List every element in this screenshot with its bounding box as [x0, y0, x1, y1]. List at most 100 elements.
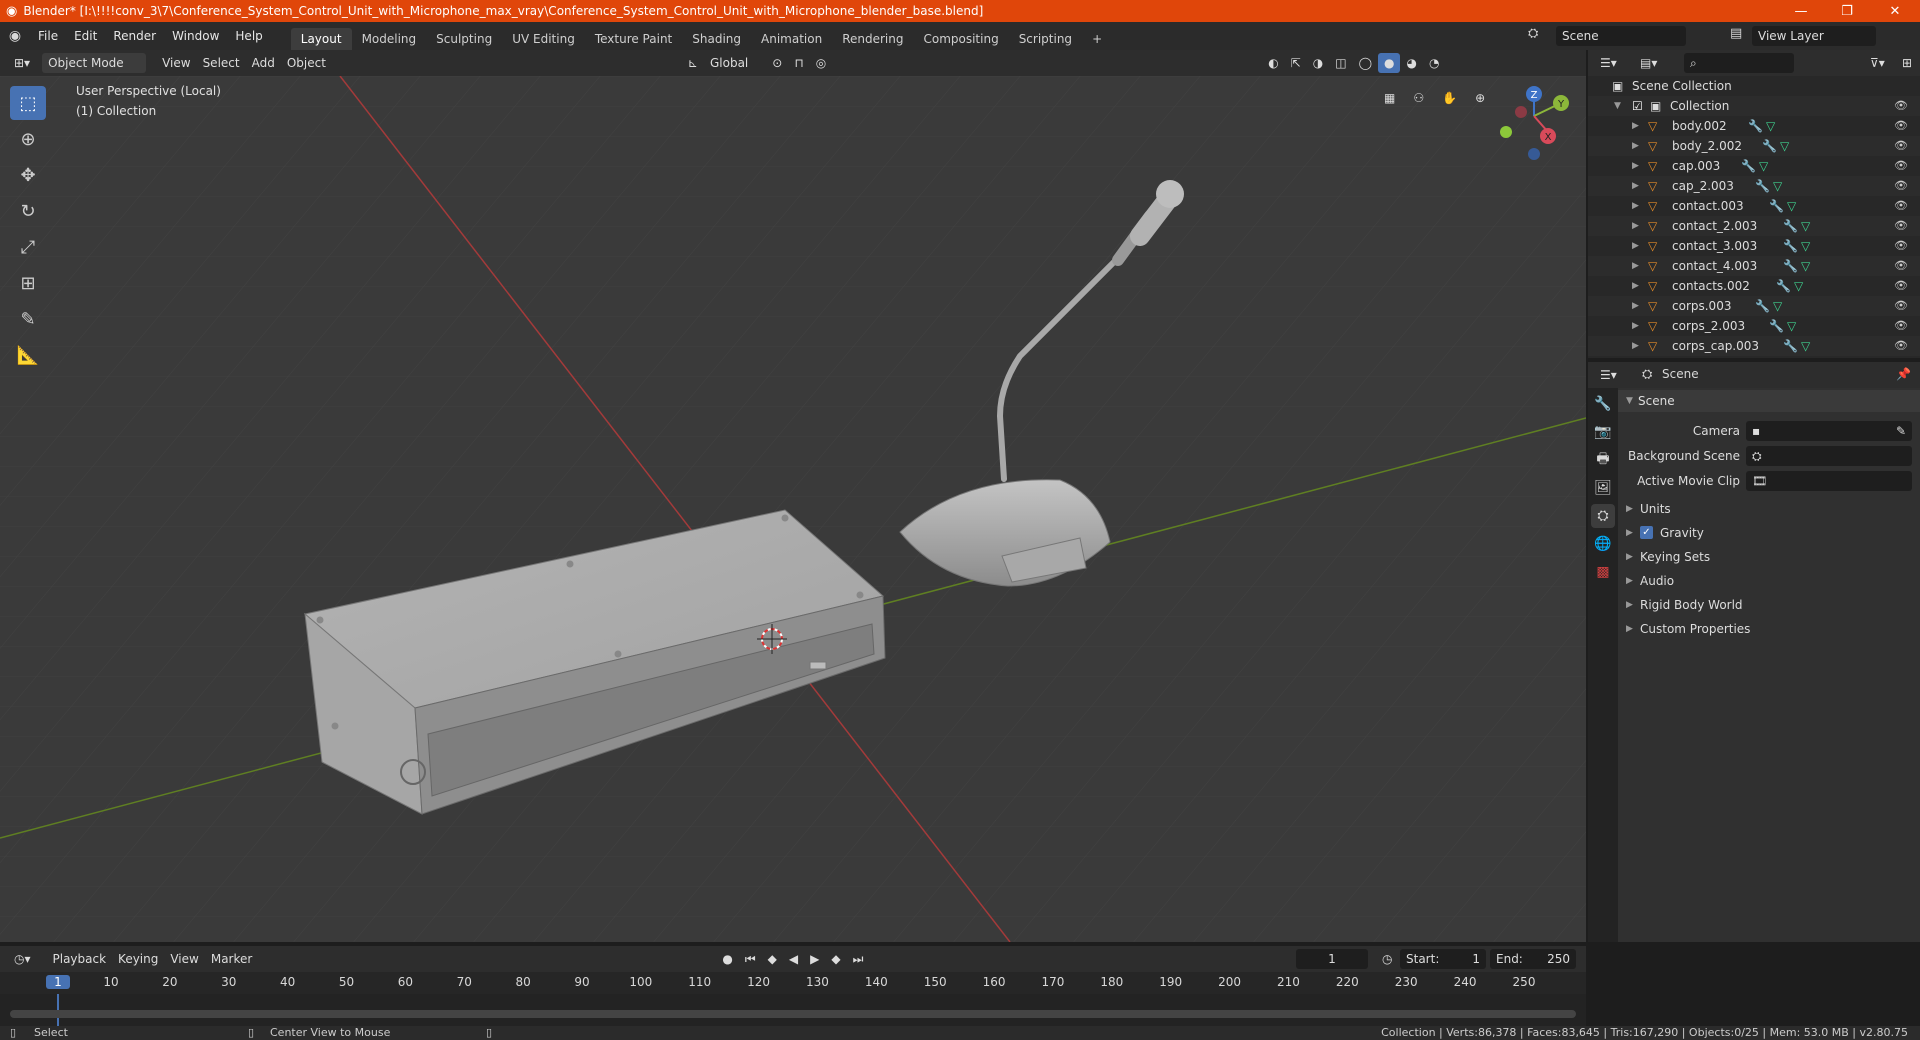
overlays-icon[interactable]: ◑ [1307, 53, 1329, 73]
keying-sets-panel[interactable]: ▶ Keying Sets [1618, 546, 1920, 568]
annotate-icon[interactable]: ✎ [10, 302, 46, 336]
expand-icon[interactable]: ▶ [1632, 176, 1639, 196]
workspace-tab-shading[interactable]: Shading [682, 28, 751, 50]
gravity-checkbox[interactable]: ✓ [1640, 526, 1653, 539]
mesh-data-icon[interactable]: ▽ [1773, 176, 1782, 196]
mesh-data-icon[interactable]: ▽ [1801, 236, 1810, 256]
scene-panel-header[interactable]: ▼ Scene [1618, 390, 1920, 412]
eye-icon[interactable]: 👁 [1894, 196, 1908, 216]
outliner-editor-icon[interactable]: ☰▾ [1594, 53, 1623, 73]
display-mode-icon[interactable]: ▤▾ [1634, 53, 1663, 73]
modifier-icon[interactable]: 🔧 [1748, 116, 1763, 136]
outliner-collection[interactable]: ▼ ☑ ▣ Collection 👁 [1588, 96, 1920, 116]
expand-icon[interactable]: ▶ [1632, 216, 1639, 236]
viewport-menu-view[interactable]: View [156, 53, 196, 73]
workspace-tab-rendering[interactable]: Rendering [832, 28, 913, 50]
world-tab-icon[interactable]: 🌐 [1591, 532, 1615, 556]
expand-icon[interactable]: ▶ [1632, 196, 1639, 216]
modifier-icon[interactable]: 🔧 [1783, 216, 1798, 236]
outliner-item[interactable]: ▶ ▽ contact_3.003 🔧 ▽ 👁 [1588, 236, 1920, 256]
units-panel[interactable]: ▶ Units [1618, 498, 1920, 520]
mesh-data-icon[interactable]: ▽ [1801, 256, 1810, 276]
workspace-tab-animation[interactable]: Animation [751, 28, 832, 50]
camera-field[interactable]: ▪ ✎ [1746, 421, 1912, 441]
gravity-panel[interactable]: ▶ ✓ Gravity [1618, 522, 1920, 544]
outliner-item[interactable]: ▶ ▽ contacts.002 🔧 ▽ 👁 [1588, 276, 1920, 296]
texture-tab-icon[interactable]: ▩ [1591, 560, 1615, 584]
outliner-scene-collection[interactable]: ▣ Scene Collection [1588, 76, 1920, 96]
modifier-icon[interactable]: 🔧 [1769, 316, 1784, 336]
timeline-ruler[interactable]: 1 10 20 30 40 50 60 70 80 90 100 110 120 130 140 150 160… [0, 972, 1586, 994]
close-button[interactable]: ✕ [1872, 0, 1918, 22]
expand-icon[interactable]: ▶ [1632, 296, 1639, 316]
workspace-tab-sculpting[interactable]: Sculpting [426, 28, 502, 50]
mesh-data-icon[interactable]: ▽ [1780, 136, 1789, 156]
eye-icon[interactable]: 👁 [1894, 336, 1908, 356]
zoom-icon[interactable]: ⊕ [1469, 88, 1491, 108]
play-icon[interactable]: ▶ [804, 949, 825, 969]
prev-keyframe-icon[interactable]: ◆ [762, 949, 783, 969]
expand-icon[interactable]: ▶ [1632, 256, 1639, 276]
rotate-icon[interactable]: ↻ [10, 194, 46, 228]
jump-end-icon[interactable]: ⏭ [847, 949, 870, 969]
eye-icon[interactable]: 👁 [1894, 236, 1908, 256]
modifier-icon[interactable]: 🔧 [1762, 136, 1777, 156]
view-layer-selector[interactable]: View Layer [1752, 26, 1876, 46]
expand-icon[interactable]: ▶ [1632, 136, 1639, 156]
shading-material-icon[interactable]: ◕ [1400, 53, 1422, 73]
eye-icon[interactable]: 👁 [1894, 116, 1908, 136]
outliner-item[interactable]: ▶ ▽ contact_4.003 🔧 ▽ 👁 [1588, 256, 1920, 276]
outliner-item[interactable]: ▶ ▽ corps.003 🔧 ▽ 👁 [1588, 296, 1920, 316]
new-collection-icon[interactable]: ⊞ [1896, 53, 1918, 73]
expand-icon[interactable]: ▶ [1632, 336, 1639, 356]
outliner-item[interactable]: ▶ ▽ cap.003 🔧 ▽ 👁 [1588, 156, 1920, 176]
current-frame-field[interactable]: 1 [1296, 949, 1368, 969]
timeline-menu-view[interactable]: View [164, 949, 204, 969]
camera-view-icon[interactable]: ⚇ [1407, 88, 1430, 108]
mesh-data-icon[interactable]: ▽ [1759, 156, 1768, 176]
viewport-menu-add[interactable]: Add [246, 53, 281, 73]
outliner-item[interactable]: ▶ ▽ cap_2.003 🔧 ▽ 👁 [1588, 176, 1920, 196]
cursor-icon[interactable]: ⊕ [10, 122, 46, 156]
transform-icon[interactable]: ⊞ [10, 266, 46, 300]
end-frame-field[interactable]: End: 250 [1490, 949, 1576, 969]
pin-icon[interactable]: 📌 [1896, 367, 1911, 381]
3d-viewport[interactable]: Z Y X User Perspective (Local) (1) Colle… [0, 76, 1586, 942]
modifier-icon[interactable]: 🔧 [1776, 276, 1791, 296]
add-workspace-button[interactable]: + [1082, 28, 1112, 50]
measure-icon[interactable]: 📐 [10, 338, 46, 372]
modifier-icon[interactable]: 🔧 [1783, 256, 1798, 276]
snap-icon[interactable]: ⊓ [788, 53, 809, 73]
render-tab-icon[interactable]: 📷 [1591, 420, 1615, 444]
eye-icon[interactable]: 👁 [1894, 136, 1908, 156]
orientation-selector[interactable]: Global [704, 53, 754, 73]
custom-properties-panel[interactable]: ▶ Custom Properties [1618, 618, 1920, 640]
jump-start-icon[interactable]: ⏮ [739, 949, 762, 969]
view-layer-tab-icon[interactable]: 🖼 [1591, 476, 1615, 500]
timeline-menu-marker[interactable]: Marker [205, 949, 258, 969]
outliner-item[interactable]: ▶ ▽ body.002 🔧 ▽ 👁 [1588, 116, 1920, 136]
editor-type-icon[interactable]: ⊞▾ [8, 53, 36, 73]
expand-icon[interactable]: ▶ [1632, 236, 1639, 256]
background-scene-field[interactable]: ⛭ [1746, 446, 1912, 466]
timeline-menu-playback[interactable]: Playback [47, 949, 113, 969]
properties-editor-icon[interactable]: ☰▾ [1594, 365, 1623, 385]
workspace-tab-texture-paint[interactable]: Texture Paint [585, 28, 682, 50]
menu-help[interactable]: Help [227, 22, 270, 50]
outliner-item[interactable]: ▶ ▽ contact.003 🔧 ▽ 👁 [1588, 196, 1920, 216]
eye-icon[interactable]: 👁 [1894, 96, 1908, 116]
timeline-menu-keying[interactable]: Keying [112, 949, 164, 969]
expand-icon[interactable]: ▶ [1632, 316, 1639, 336]
scale-icon[interactable]: ⤢ [10, 230, 46, 264]
output-tab-icon[interactable]: 🖶 [1591, 448, 1615, 472]
shading-wireframe-icon[interactable]: ◯ [1353, 53, 1378, 73]
mesh-data-icon[interactable]: ▽ [1801, 336, 1810, 356]
shading-solid-icon[interactable]: ● [1378, 53, 1401, 73]
eye-icon[interactable]: 👁 [1894, 176, 1908, 196]
mode-selector[interactable]: Object Mode [42, 53, 147, 73]
timeline-editor-icon[interactable]: ◷▾ [8, 949, 37, 969]
record-icon[interactable]: ● [716, 949, 738, 969]
modifier-icon[interactable]: 🔧 [1769, 196, 1784, 216]
outliner-item[interactable]: ▶ ▽ body_2.002 🔧 ▽ 👁 [1588, 136, 1920, 156]
blender-menu-icon[interactable]: ◉ [0, 28, 30, 44]
